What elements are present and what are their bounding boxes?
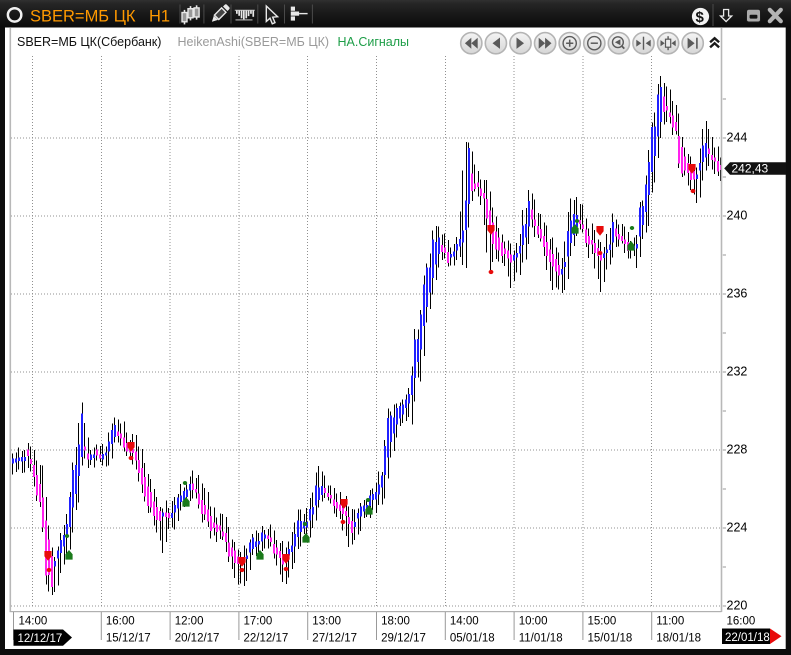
svg-text:05/01/18: 05/01/18 bbox=[450, 633, 495, 645]
svg-text:18/01/18: 18/01/18 bbox=[656, 633, 701, 645]
svg-text:17:00: 17:00 bbox=[244, 616, 273, 628]
svg-text:244: 244 bbox=[727, 131, 748, 145]
svg-text:HeikenAshi(SBER=МБ ЦК): HeikenAshi(SBER=МБ ЦК) bbox=[178, 35, 330, 49]
svg-text:232: 232 bbox=[727, 365, 748, 379]
svg-text:15:00: 15:00 bbox=[588, 616, 617, 628]
svg-text:16:00: 16:00 bbox=[727, 616, 756, 628]
svg-text:16:00: 16:00 bbox=[106, 616, 135, 628]
svg-text:29/12/17: 29/12/17 bbox=[381, 633, 426, 645]
svg-text:11:00: 11:00 bbox=[656, 616, 684, 628]
svg-text:SBER=МБ ЦК(Сбербанк): SBER=МБ ЦК(Сбербанк) bbox=[17, 35, 161, 49]
svg-text:22/01/18: 22/01/18 bbox=[725, 632, 770, 644]
svg-text:20/12/17: 20/12/17 bbox=[175, 633, 220, 645]
svg-text:SBER=МБ ЦК: SBER=МБ ЦК bbox=[30, 7, 136, 25]
svg-text:220: 220 bbox=[727, 599, 748, 613]
svg-text:12:00: 12:00 bbox=[175, 616, 204, 628]
svg-text:НА.Сигналы: НА.Сигналы bbox=[338, 35, 410, 49]
svg-text:27/12/17: 27/12/17 bbox=[312, 633, 357, 645]
svg-text:240: 240 bbox=[727, 209, 748, 223]
svg-text:15/12/17: 15/12/17 bbox=[106, 633, 151, 645]
svg-text:14:00: 14:00 bbox=[19, 616, 48, 628]
svg-text:236: 236 bbox=[727, 287, 748, 301]
svg-text:242,43: 242,43 bbox=[732, 162, 769, 176]
svg-text:15/01/18: 15/01/18 bbox=[588, 633, 633, 645]
svg-text:22/12/17: 22/12/17 bbox=[244, 633, 289, 645]
svg-text:224: 224 bbox=[727, 521, 748, 535]
svg-text:18:00: 18:00 bbox=[381, 616, 410, 628]
svg-text:13:00: 13:00 bbox=[312, 616, 341, 628]
svg-text:10:00: 10:00 bbox=[519, 616, 548, 628]
svg-text:11/01/18: 11/01/18 bbox=[519, 633, 563, 645]
svg-text:12/12/17: 12/12/17 bbox=[18, 633, 63, 645]
svg-text:228: 228 bbox=[727, 443, 748, 457]
svg-text:H1: H1 bbox=[149, 7, 170, 25]
svg-text:14:00: 14:00 bbox=[450, 616, 479, 628]
svg-text:$: $ bbox=[696, 9, 705, 26]
